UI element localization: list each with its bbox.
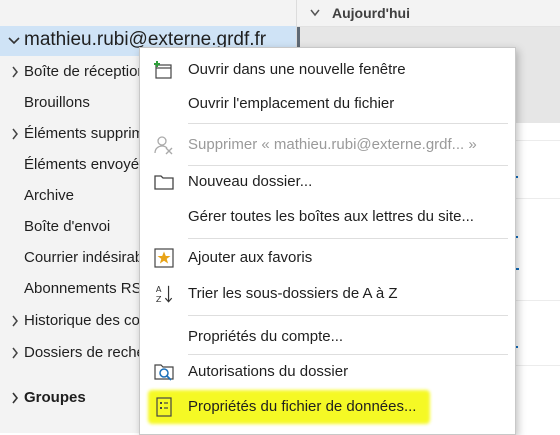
menu-open-file-location[interactable]: Ouvrir l'emplacement du fichier (140, 88, 515, 120)
chevron-right-icon[interactable] (10, 390, 20, 406)
folder-icon (154, 175, 174, 190)
folder-label: Courrier indésirable (24, 249, 155, 266)
folder-label: Brouillons (24, 94, 90, 111)
menu-separator (188, 354, 508, 355)
chevron-right-icon[interactable] (10, 126, 20, 142)
menu-remove-account: Supprimer « mathieu.rubi@externe.grdf...… (140, 129, 515, 161)
folder-label: Boîte de réception (24, 63, 146, 80)
context-menu: Ouvrir dans une nouvelle fenêtre Ouvrir … (139, 47, 516, 435)
menu-item-label: Supprimer « mathieu.rubi@externe.grdf...… (188, 136, 477, 153)
menu-item-label: Trier les sous-dossiers de A à Z (188, 285, 398, 302)
folder-permissions-icon (154, 364, 174, 381)
chevron-right-icon[interactable] (10, 345, 20, 361)
menu-item-label: Propriétés du fichier de données... (188, 398, 417, 415)
favorite-star-icon (154, 248, 174, 268)
folder-label: Archive (24, 187, 75, 204)
menu-item-label: Ouvrir l'emplacement du fichier (188, 95, 395, 112)
menu-add-to-favorites[interactable]: Ajouter aux favoris (140, 242, 515, 274)
remove-account-icon (154, 136, 173, 155)
sort-az-icon: A Z (156, 284, 173, 304)
menu-item-label: Propriétés du compte... (188, 328, 344, 345)
chevron-right-icon[interactable] (10, 313, 20, 329)
svg-text:Z: Z (156, 294, 162, 304)
menu-separator (188, 238, 508, 239)
svg-text:A: A (156, 284, 162, 294)
data-file-properties-icon (156, 397, 172, 417)
menu-open-new-window[interactable]: Ouvrir dans une nouvelle fenêtre (140, 54, 515, 86)
date-group-label: Aujourd'hui (332, 5, 410, 21)
groups-label: Groupes (24, 389, 86, 406)
menu-data-file-properties[interactable]: Propriétés du fichier de données... (140, 391, 515, 423)
menu-separator (188, 315, 508, 316)
chevron-down-icon[interactable] (7, 31, 21, 51)
menu-folder-permissions[interactable]: Autorisations du dossier (140, 356, 515, 388)
folder-label: Boîte d'envoi (24, 218, 111, 235)
chevron-right-icon[interactable] (10, 64, 20, 80)
menu-new-folder[interactable]: Nouveau dossier... (140, 166, 515, 198)
folder-label: Abonnements RSS (24, 280, 152, 297)
menu-sort-az[interactable]: A Z Trier les sous-dossiers de A à Z (140, 278, 515, 310)
menu-item-label: Ouvrir dans une nouvelle fenêtre (188, 61, 406, 78)
menu-item-label: Autorisations du dossier (188, 363, 349, 380)
folder-label: Éléments envoyés (24, 156, 147, 173)
menu-item-label: Gérer toutes les boîtes aux lettres du s… (188, 208, 474, 225)
new-window-icon (154, 61, 172, 79)
menu-manage-site-mailboxes[interactable]: Gérer toutes les boîtes aux lettres du s… (140, 201, 515, 233)
chevron-down-icon[interactable] (309, 6, 321, 20)
menu-item-label: Nouveau dossier... (188, 173, 313, 190)
menu-separator (188, 123, 508, 124)
menu-item-label: Ajouter aux favoris (188, 249, 313, 266)
menu-account-properties[interactable]: Propriétés du compte... (140, 321, 515, 353)
date-group-header[interactable]: Aujourd'hui (297, 0, 560, 27)
